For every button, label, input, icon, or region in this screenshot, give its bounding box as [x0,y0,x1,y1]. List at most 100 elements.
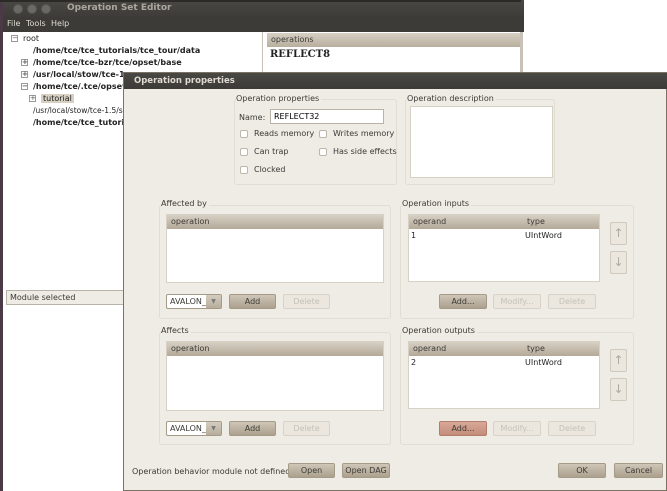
affects-combo[interactable]: AVALON_I ▼ [166,421,222,436]
affected-by-add-button[interactable]: Add [229,294,276,309]
checkbox-icon [240,165,248,174]
inputs-add-button[interactable]: Add... [439,294,487,309]
collapse-icon[interactable]: − [21,83,28,90]
type-cell: UIntWord [525,231,562,240]
ok-button[interactable]: OK [558,463,606,478]
tree-item-label: /usr/local/stow/tce-1. [33,70,128,79]
move-up-icon[interactable]: ↑ [610,222,627,245]
table-row[interactable]: 2 UIntWord [409,356,599,368]
tree-item-label: /home/tce/tce_tutorials/tce_tour/data [33,46,201,55]
tree-item-selected[interactable]: + tutorial [29,94,74,103]
tree-item-label: root [23,34,40,43]
writes-memory-checkbox[interactable]: Writes memory [319,129,394,138]
outputs-modify-button[interactable]: Modify... [493,421,541,436]
tree-item[interactable]: −/home/tce/.tce/opset/ [21,82,129,91]
tree-item-label: /usr/local/stow/tce-1.5/sh [33,106,128,115]
description-group-label: Operation description [407,94,496,103]
inputs-list-header: operand type [409,215,599,229]
move-up-icon[interactable]: ↑ [610,349,627,372]
operation-column-header[interactable]: operation [167,342,383,356]
tree-item-label: /home/tce/tce-bzr/tce/opset/base [33,58,182,67]
main-title: Operation Set Editor [67,3,172,13]
clocked-checkbox[interactable]: Clocked [240,165,285,174]
can-trap-checkbox[interactable]: Can trap [240,147,289,156]
outputs-list[interactable]: operand type 2 UIntWord [408,341,600,409]
table-row[interactable]: 1 UIntWord [409,229,599,241]
cancel-button[interactable]: Cancel [614,463,663,478]
type-column-header[interactable]: type [527,217,545,226]
window-border [520,32,523,72]
combo-value: AVALON_I [170,424,209,433]
expand-icon[interactable]: + [21,59,28,66]
name-label: Name: [239,113,266,122]
affects-list[interactable]: operation [166,341,384,411]
behavior-status-text: Operation behavior module not defined. [132,467,293,476]
move-down-icon[interactable]: ↓ [610,251,627,274]
affects-delete-button[interactable]: Delete [283,421,330,436]
inputs-list[interactable]: operand type 1 UIntWord [408,214,600,282]
main-titlebar[interactable]: Operation Set Editor [3,0,524,18]
open-dag-button[interactable]: Open DAG [342,463,390,478]
reads-memory-checkbox[interactable]: Reads memory [240,129,314,138]
close-window-icon[interactable] [13,4,23,14]
menu-tools[interactable]: Tools [26,19,46,28]
type-cell: UIntWord [525,358,562,367]
operations-column-header[interactable]: operations [267,33,523,47]
chevron-down-icon: ▼ [206,422,221,435]
column-label: operation [171,344,210,353]
outputs-delete-button[interactable]: Delete [548,421,596,436]
inputs-label: Operation inputs [402,199,472,208]
tree-item-label: /home/tce/.tce/opset/ [33,82,129,91]
menu-help[interactable]: Help [51,19,69,28]
operand-column-header[interactable]: operand [413,344,446,353]
operation-properties-dialog: Operation properties Operation propertie… [123,72,667,491]
dialog-title[interactable]: Operation properties [124,73,667,89]
tree-item[interactable]: /home/tce/tce_tutoria [33,118,130,127]
affects-add-button[interactable]: Add [229,421,276,436]
outputs-add-button[interactable]: Add... [439,421,487,436]
operation-list-item[interactable]: REFLECT8 [270,49,330,60]
operand-column-header[interactable]: operand [413,217,446,226]
affected-by-label: Affected by [161,199,209,208]
open-button[interactable]: Open [288,463,335,478]
checkbox-label: Can trap [254,147,289,156]
checkbox-label: Reads memory [254,129,315,138]
type-column-header[interactable]: type [527,344,545,353]
expand-icon[interactable]: + [21,71,28,78]
affected-by-list[interactable]: operation [166,214,384,283]
checkbox-icon [319,129,327,138]
operation-column-header[interactable]: operation [167,215,383,229]
maximize-window-icon[interactable] [41,4,51,14]
outputs-label: Operation outputs [402,326,477,335]
inputs-modify-button[interactable]: Modify... [493,294,541,309]
menubar: File Tools Help [3,18,524,32]
tree-item[interactable]: + /usr/local/stow/tce-1. [21,70,128,79]
operand-cell: 1 [411,231,417,240]
expand-icon[interactable]: + [29,95,36,102]
tree-item[interactable]: − root [11,34,39,43]
has-side-effects-checkbox[interactable]: Has side effects [319,147,397,156]
properties-group-label: Operation properties [236,94,322,103]
checkbox-label: Clocked [254,165,286,174]
inputs-delete-button[interactable]: Delete [548,294,596,309]
top-border [0,0,521,2]
tree-item[interactable]: + /home/tce/tce-bzr/tce/opset/base [21,58,182,67]
tree-item[interactable]: /home/tce/tce_tutorials/tce_tour/data [33,46,200,55]
outputs-list-header: operand type [409,342,599,356]
column-label: operation [171,217,210,226]
chevron-down-icon: ▼ [206,295,221,308]
affected-by-delete-button[interactable]: Delete [283,294,330,309]
collapse-icon[interactable]: − [11,35,18,42]
combo-value: AVALON_I [170,297,209,306]
tree-item-label: tutorial [41,94,74,103]
menu-file[interactable]: File [7,19,20,28]
affected-by-combo[interactable]: AVALON_I ▼ [166,294,222,309]
move-down-icon[interactable]: ↓ [610,378,627,401]
checkbox-icon [319,147,327,156]
name-input[interactable] [270,109,384,124]
checkbox-icon [240,147,248,156]
minimize-window-icon[interactable] [27,4,37,14]
operand-cell: 2 [411,358,417,367]
description-textarea[interactable] [410,106,553,178]
tree-item[interactable]: /usr/local/stow/tce-1.5/sh [33,106,127,115]
